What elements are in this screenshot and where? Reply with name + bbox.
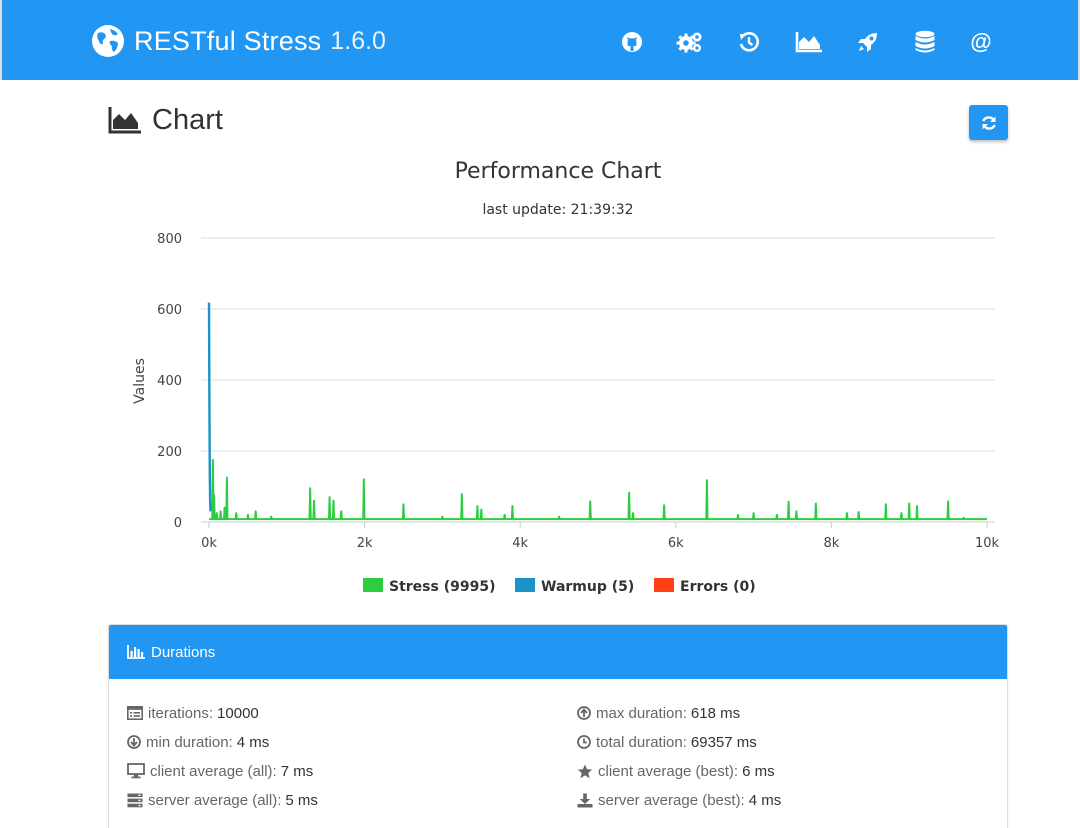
legend-item: Warmup (5) (515, 578, 634, 595)
nav-launch[interactable] (854, 28, 882, 56)
stat-min-duration: min duration: 4 ms (127, 732, 269, 752)
download-icon (577, 793, 593, 807)
nav-database[interactable] (911, 28, 939, 56)
legend-label: Stress (9995) (389, 579, 495, 595)
chart-series (207, 302, 987, 521)
chart-svg: Performance Chart last update: 21:39:32 … (132, 159, 1000, 595)
legend-label: Errors (0) (680, 579, 756, 595)
stat-value: 6 ms (742, 762, 775, 780)
stat-total-duration: total duration: 69357 ms (577, 732, 757, 752)
nav-icons: @ (2, 28, 1080, 56)
stat-server-average-all: server average (all): 5 ms (127, 790, 318, 810)
area-chart-icon (108, 107, 141, 134)
github-icon (622, 32, 642, 52)
nav-history[interactable] (735, 28, 763, 56)
arrow-circle-down-icon (127, 735, 141, 749)
at-icon: @ (970, 29, 992, 54)
durations-title: Durations (151, 643, 216, 661)
rocket-icon (858, 33, 877, 52)
y-axis-label: Values (132, 358, 148, 404)
stat-value: 69357 ms (690, 733, 757, 751)
stat-value: 5 ms (285, 791, 318, 809)
stat-value: 10000 (217, 704, 259, 722)
stat-client-average-all: client average (all): 7 ms (127, 761, 313, 781)
page-title: Chart (152, 103, 223, 136)
chart-legend: Stress (9995) Warmup (5) Errors (0) (363, 578, 756, 595)
stat-label: min duration: (146, 733, 233, 751)
chart-subtitle: last update: 21:39:32 (482, 202, 633, 218)
y-tick-label: 400 (157, 374, 182, 389)
navbar: RESTful Stress 1.6.0 @ (0, 0, 1080, 80)
legend-item: Stress (9995) (363, 578, 495, 595)
stat-value: 4 ms (748, 791, 782, 809)
chart-grid (201, 237, 995, 528)
durations-body: iterations: 10000 min duration: 4 ms cli… (109, 679, 1007, 828)
durations-panel: Durations iterations: 10000 min duration… (108, 624, 1008, 828)
x-tick-label: 0k (201, 536, 217, 551)
legend-label: Warmup (5) (541, 579, 634, 595)
x-tick-label: 8k (823, 536, 839, 551)
history-icon (739, 32, 759, 52)
nav-chart[interactable] (794, 28, 824, 56)
y-tick-label: 600 (157, 303, 182, 318)
stat-max-duration: max duration: 618 ms (577, 703, 740, 723)
stat-label: server average (all): (148, 791, 282, 809)
stat-value: 618 ms (690, 704, 741, 722)
database-icon (915, 30, 935, 53)
nav-settings[interactable] (676, 28, 704, 56)
nav-github[interactable] (618, 28, 646, 56)
stat-label: total duration: (596, 733, 687, 751)
stat-label: max duration: (596, 704, 687, 722)
bar-chart-icon (127, 645, 145, 659)
star-icon (577, 764, 593, 778)
x-tick-label: 2k (357, 536, 373, 551)
clock-icon (577, 735, 591, 749)
x-tick-label: 10k (975, 536, 1000, 551)
stat-label: iterations: (148, 704, 214, 722)
x-tick-label: 4k (512, 536, 528, 551)
legend-swatch (363, 578, 383, 592)
nav-contact[interactable]: @ (967, 28, 995, 56)
y-tick-label: 800 (157, 232, 182, 247)
page-header: Chart (108, 102, 223, 138)
y-tick-label: 0 (174, 516, 182, 531)
list-alt-icon (127, 706, 143, 720)
stat-value: 4 ms (236, 733, 270, 751)
y-tick-label: 200 (157, 445, 182, 460)
stat-server-average-best: server average (best): 4 ms (577, 790, 781, 810)
stat-value: 7 ms (280, 762, 314, 780)
x-axis-ticks: 0k 2k 4k 6k 8k 10k (201, 536, 999, 551)
cogs-icon (676, 32, 702, 53)
stat-iterations: iterations: 10000 (127, 703, 259, 723)
x-tick-label: 6k (668, 536, 684, 551)
legend-swatch (654, 578, 674, 592)
chart-title: Performance Chart (455, 159, 662, 184)
refresh-button[interactable] (969, 105, 1008, 140)
performance-chart: Performance Chart last update: 21:39:32 … (108, 150, 1008, 610)
warmup-series-line (207, 302, 212, 512)
stat-label: client average (all): (150, 762, 277, 780)
desktop-icon (127, 763, 145, 779)
y-axis-ticks: 0 200 400 600 800 (157, 232, 182, 531)
durations-header: Durations (109, 625, 1007, 679)
stat-label: client average (best): (598, 762, 739, 780)
arrow-circle-up-icon (577, 706, 591, 720)
legend-item: Errors (0) (654, 578, 756, 595)
area-chart-icon (795, 32, 822, 53)
refresh-icon (981, 115, 996, 130)
stress-series-line (209, 458, 987, 521)
server-icon (127, 793, 143, 807)
stat-client-average-best: client average (best): 6 ms (577, 761, 775, 781)
legend-swatch (515, 578, 535, 592)
stat-label: server average (best): (598, 791, 745, 809)
